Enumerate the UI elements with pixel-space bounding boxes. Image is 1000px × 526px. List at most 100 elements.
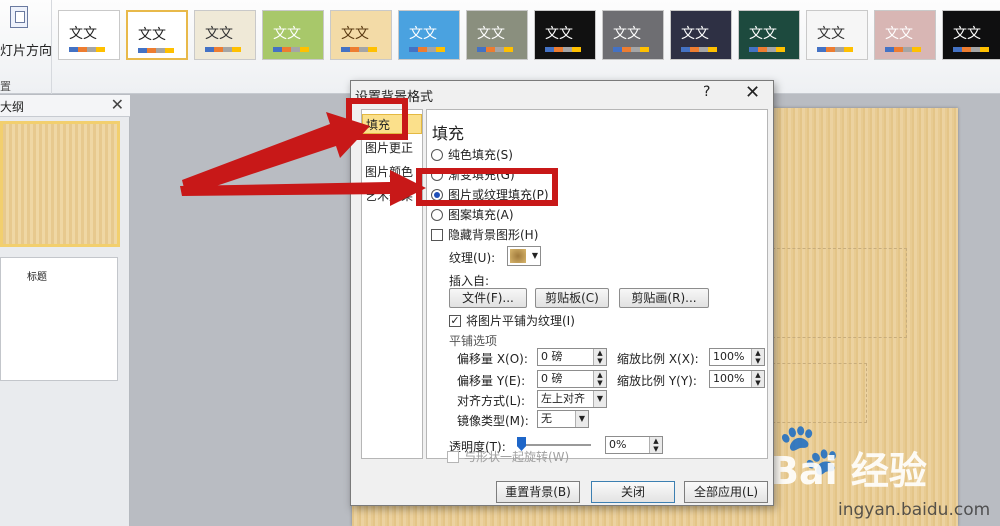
solid-fill-label: 纯色填充(S) bbox=[448, 148, 513, 162]
texture-picker[interactable] bbox=[507, 246, 541, 266]
slide-thumbnail-title: 标题 bbox=[27, 272, 47, 283]
slide-thumbnail-1[interactable] bbox=[0, 121, 120, 247]
pattern-fill-radio[interactable] bbox=[431, 208, 443, 221]
watermark-url: ingyan.baidu.com bbox=[838, 500, 991, 520]
alignment-label: 对齐方式(L): bbox=[457, 394, 526, 408]
theme-sample-text: 文文 bbox=[817, 26, 845, 42]
chevron-down-icon[interactable]: ▼ bbox=[575, 411, 588, 427]
transparency-input[interactable]: 0% ▲ ▼ bbox=[605, 436, 663, 454]
chevron-down-icon[interactable]: ▼ bbox=[593, 391, 606, 407]
offset-y-spin-icon[interactable]: ▲ ▼ bbox=[593, 371, 606, 387]
theme-thumbnail[interactable]: 文文 bbox=[466, 10, 528, 60]
outline-tab-bar: 大纲 ✕ bbox=[0, 95, 130, 117]
theme-thumbnail[interactable]: 文文 bbox=[534, 10, 596, 60]
close-icon[interactable]: ✕ bbox=[745, 82, 760, 103]
theme-sample-text: 文文 bbox=[613, 26, 641, 42]
clipboard-button[interactable]: 剪贴板(C) bbox=[535, 288, 609, 308]
theme-color-bars bbox=[681, 47, 717, 52]
orientation-group: 灯片方向 置 bbox=[0, 0, 52, 94]
theme-color-bars bbox=[409, 47, 445, 52]
hide-background-graphics-checkbox[interactable] bbox=[431, 228, 443, 241]
offset-x-value: 0 磅 bbox=[541, 350, 563, 363]
transparency-slider-track[interactable] bbox=[521, 444, 591, 446]
offset-y-value: 0 磅 bbox=[541, 372, 563, 385]
slide-orientation-icon[interactable] bbox=[10, 6, 28, 28]
apply-all-button[interactable]: 全部应用(L) bbox=[684, 481, 768, 503]
theme-sample-text: 文文 bbox=[953, 26, 981, 42]
slide-orientation-button[interactable]: 灯片方向 bbox=[0, 40, 52, 59]
scale-y-input[interactable]: 100% ▲ ▼ bbox=[709, 370, 765, 388]
reset-background-button[interactable]: 重置背景(B) bbox=[496, 481, 580, 503]
mirror-type-select[interactable]: 无 ▼ bbox=[537, 410, 589, 428]
alignment-select[interactable]: 左上对齐 ▼ bbox=[537, 390, 607, 408]
theme-thumbnail[interactable]: 文文 bbox=[806, 10, 868, 60]
hide-background-graphics-label: 隐藏背景图形(H) bbox=[448, 228, 539, 242]
transparency-spin-icon[interactable]: ▲ ▼ bbox=[649, 437, 662, 453]
scale-y-value: 100% bbox=[713, 372, 745, 385]
arrow-to-fill-icon bbox=[182, 112, 370, 196]
theme-color-bars bbox=[885, 47, 921, 52]
theme-thumbnail[interactable]: 文文 bbox=[602, 10, 664, 60]
offset-x-spin-icon[interactable]: ▲ ▼ bbox=[593, 349, 606, 365]
nav-picture-color[interactable]: 图片颜色 bbox=[362, 162, 422, 182]
offset-y-input[interactable]: 0 磅 ▲ ▼ bbox=[537, 370, 607, 388]
title-placeholder[interactable] bbox=[767, 248, 907, 338]
theme-thumbnail[interactable]: 文文 bbox=[942, 10, 1000, 60]
slides-pane: 大纲 ✕ 标题 bbox=[0, 95, 130, 526]
tile-picture-checkbox[interactable]: ✓ bbox=[449, 314, 461, 327]
nav-picture-corrections[interactable]: 图片更正 bbox=[362, 138, 422, 158]
solid-fill-option[interactable]: 纯色填充(S) bbox=[431, 146, 513, 163]
close-button[interactable]: 关闭 bbox=[591, 481, 675, 503]
theme-thumbnail[interactable]: 文文 bbox=[398, 10, 460, 60]
rotate-with-shape-option[interactable]: 与形状一起旋转(W) bbox=[447, 448, 569, 465]
clipart-button[interactable]: 剪贴画(R)... bbox=[619, 288, 709, 308]
pattern-fill-option[interactable]: 图案填充(A) bbox=[431, 206, 514, 223]
theme-thumbnail[interactable]: 文文 bbox=[670, 10, 732, 60]
mirror-type-value: 无 bbox=[541, 412, 552, 425]
scale-y-spin-icon[interactable]: ▲ ▼ bbox=[751, 371, 764, 387]
theme-color-bars bbox=[545, 47, 581, 52]
insert-from-label: 插入自: bbox=[449, 274, 490, 288]
help-icon[interactable]: ? bbox=[703, 84, 710, 100]
theme-sample-text: 文文 bbox=[681, 26, 709, 42]
theme-thumbnail[interactable]: 文文 bbox=[58, 10, 120, 60]
theme-thumbnail[interactable]: 文文 bbox=[874, 10, 936, 60]
tile-picture-option[interactable]: ✓ 将图片平铺为纹理(I) bbox=[449, 312, 575, 329]
nav-artistic-effects[interactable]: 艺术效果 bbox=[362, 186, 422, 206]
tile-options-label: 平铺选项 bbox=[449, 334, 498, 348]
theme-sample-text: 文文 bbox=[205, 26, 233, 42]
theme-sample-text: 文文 bbox=[273, 26, 301, 42]
solid-fill-radio[interactable] bbox=[431, 148, 443, 161]
alignment-value: 左上对齐 bbox=[541, 392, 585, 405]
offset-x-input[interactable]: 0 磅 ▲ ▼ bbox=[537, 348, 607, 366]
theme-thumbnail[interactable]: 文文 bbox=[262, 10, 324, 60]
category-list: 填充 图片更正 图片颜色 艺术效果 bbox=[361, 109, 423, 459]
watermark-brand: Bai 经验 bbox=[770, 449, 927, 493]
theme-sample-text: 文文 bbox=[69, 26, 97, 42]
scale-y-label: 缩放比例 Y(Y): bbox=[617, 374, 697, 388]
file-button[interactable]: 文件(F)... bbox=[449, 288, 527, 308]
scale-x-input[interactable]: 100% ▲ ▼ bbox=[709, 348, 765, 366]
scale-x-spin-icon[interactable]: ▲ ▼ bbox=[751, 349, 764, 365]
subtitle-placeholder[interactable] bbox=[767, 363, 867, 423]
theme-sample-text: 文文 bbox=[409, 26, 437, 42]
theme-thumbnail[interactable]: 文文 bbox=[126, 10, 188, 60]
theme-sample-text: 文文 bbox=[477, 26, 505, 42]
tab-outline[interactable]: 大纲 bbox=[0, 98, 24, 115]
pattern-fill-label: 图案填充(A) bbox=[448, 208, 514, 222]
close-pane-icon[interactable]: ✕ bbox=[111, 95, 124, 114]
tile-picture-label: 将图片平铺为纹理(I) bbox=[466, 314, 575, 328]
scale-x-value: 100% bbox=[713, 350, 745, 363]
theme-thumbnail[interactable]: 文文 bbox=[738, 10, 800, 60]
page-setup-group-label: 置 bbox=[0, 80, 11, 93]
rotate-with-shape-checkbox[interactable] bbox=[447, 450, 459, 463]
theme-sample-text: 文文 bbox=[545, 26, 573, 42]
slide-thumbnail-2[interactable]: 标题 bbox=[0, 257, 118, 381]
theme-color-bars bbox=[817, 47, 853, 52]
theme-color-bars bbox=[273, 47, 309, 52]
theme-thumbnail[interactable]: 文文 bbox=[330, 10, 392, 60]
theme-thumbnail[interactable]: 文文 bbox=[194, 10, 256, 60]
panel-title: 填充 bbox=[432, 124, 465, 143]
hide-background-graphics-option[interactable]: 隐藏背景图形(H) bbox=[431, 226, 538, 243]
theme-color-bars bbox=[477, 47, 513, 52]
